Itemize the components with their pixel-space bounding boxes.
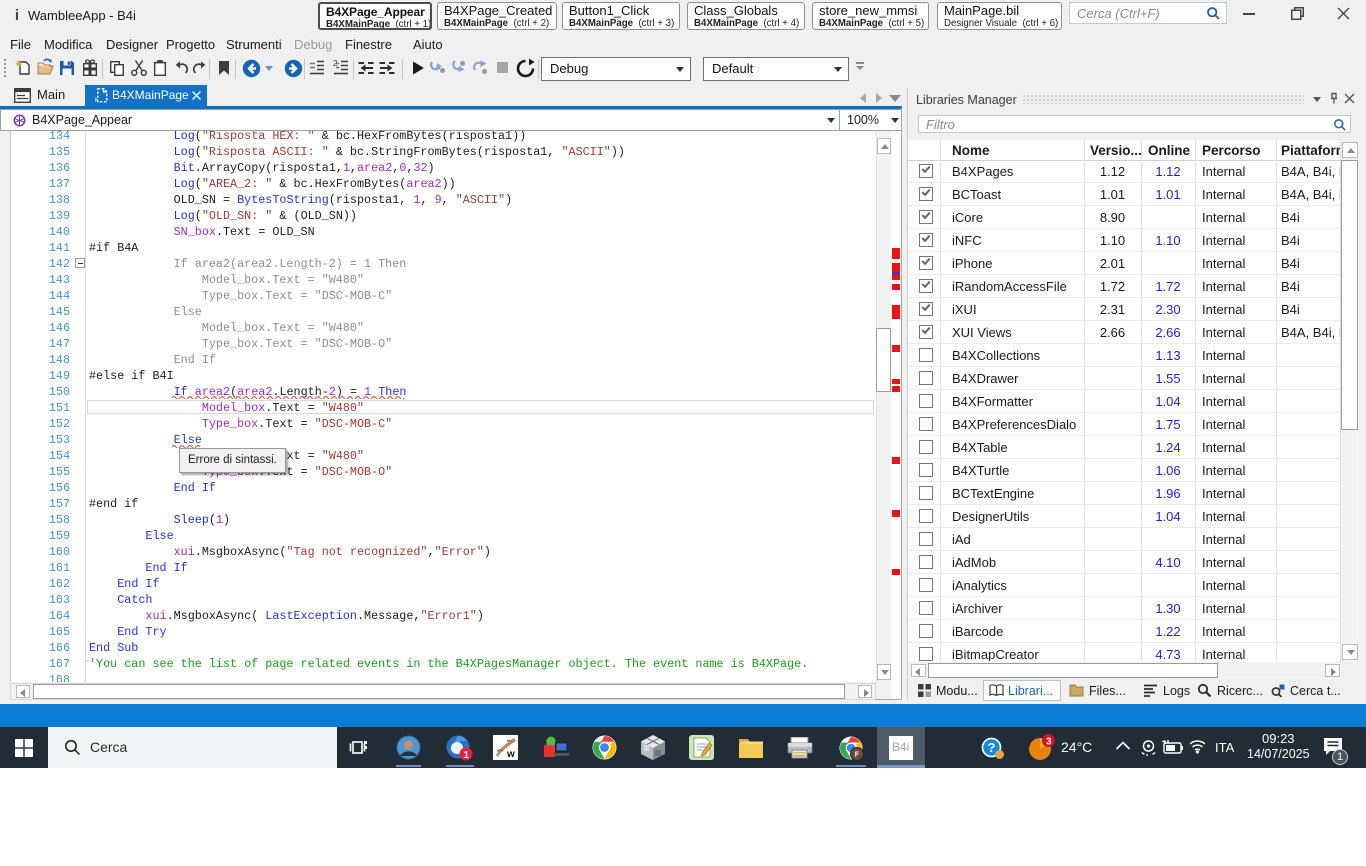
svg-text:?: ? xyxy=(988,740,996,755)
svg-text:F: F xyxy=(855,752,860,759)
svg-text:3: 3 xyxy=(1046,737,1052,748)
svg-text:1: 1 xyxy=(464,750,470,761)
svg-text:w: w xyxy=(506,749,515,760)
svg-text:2: 2 xyxy=(333,59,338,68)
